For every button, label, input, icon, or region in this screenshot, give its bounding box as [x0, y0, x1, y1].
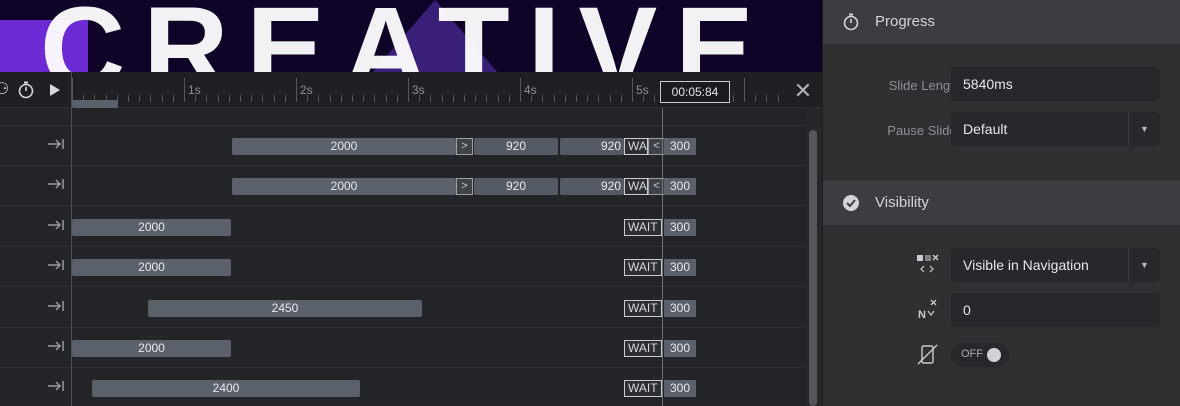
- progress-title: Progress: [875, 13, 936, 30]
- arrow-to-end-icon[interactable]: [46, 176, 66, 192]
- out-animation-segment[interactable]: 300: [664, 138, 696, 155]
- slide-length-label: Slide Length: [888, 78, 961, 93]
- split-segment[interactable]: 920: [560, 178, 624, 196]
- timeline-tracks: 2000 >920 920 WA <300 2000 >920 920 WA <300 2000 WA…: [0, 100, 806, 406]
- timeline-start-line: [71, 72, 72, 406]
- next-split-button[interactable]: >: [456, 178, 473, 196]
- wait-marker[interactable]: WAIT: [624, 380, 662, 398]
- scrollbar-thumb[interactable]: [809, 130, 817, 406]
- track-row[interactable]: 2000 WAIT 300: [0, 247, 806, 288]
- wait-marker[interactable]: WAIT: [624, 340, 662, 357]
- pause-slider-value: Default: [963, 121, 1008, 137]
- in-animation-segment[interactable]: 2000: [232, 178, 456, 196]
- arrow-to-end-icon[interactable]: [46, 298, 66, 314]
- split-segment[interactable]: 920: [474, 138, 558, 155]
- wait-marker[interactable]: WAIT: [624, 218, 662, 236]
- track-row[interactable]: 2000 WAIT 300: [0, 207, 806, 247]
- toggle-label: OFF: [961, 348, 983, 360]
- pause-slider-label: Pause Slider: [887, 123, 961, 138]
- in-animation-segment[interactable]: 2000: [232, 138, 456, 155]
- stopwatch-icon: [841, 12, 861, 32]
- slide-preview: CREATIVE: [0, 0, 822, 72]
- track-row[interactable]: 2000 WAIT 300: [0, 328, 806, 368]
- out-animation-segment[interactable]: 300: [664, 340, 696, 357]
- wait-marker[interactable]: WAIT: [624, 259, 662, 277]
- preview-headline: CREATIVE: [40, 0, 772, 72]
- in-animation-segment[interactable]: 2000: [72, 340, 231, 357]
- hide-toggle[interactable]: OFF: [951, 343, 1009, 367]
- arrow-to-end-icon[interactable]: [46, 378, 66, 394]
- hide-on-mobile-icon: [915, 342, 941, 368]
- in-animation-segment[interactable]: 2000: [72, 218, 231, 236]
- in-animation-segment[interactable]: 2450: [148, 299, 422, 317]
- track-row[interactable]: [0, 86, 806, 126]
- track-row[interactable]: 2400 WAIT 300: [0, 368, 806, 406]
- in-animation-segment[interactable]: 2400: [92, 380, 360, 398]
- out-animation-segment[interactable]: 300: [664, 178, 696, 196]
- slide-settings-panel: Progress Slide Length 5840ms Pause Slide…: [822, 0, 1180, 406]
- arrow-to-end-icon[interactable]: [46, 136, 66, 152]
- arrow-to-end-icon[interactable]: [46, 217, 66, 233]
- in-animation-segment[interactable]: 2000: [72, 259, 231, 277]
- playhead-line[interactable]: [662, 108, 663, 406]
- arrow-to-end-icon[interactable]: [46, 257, 66, 273]
- timeline-segment[interactable]: [72, 100, 118, 108]
- tracks-scrollbar[interactable]: [806, 108, 822, 406]
- split-segment[interactable]: 920: [560, 138, 624, 155]
- out-animation-segment[interactable]: 300: [664, 299, 696, 317]
- arrow-to-end-icon[interactable]: [46, 338, 66, 354]
- pause-slider-select[interactable]: Default ▼: [951, 112, 1160, 146]
- out-animation-segment[interactable]: 300: [664, 218, 696, 236]
- navigation-visibility-icon: [915, 252, 941, 278]
- chevron-down-icon[interactable]: ▼: [1128, 248, 1160, 282]
- out-animation-segment[interactable]: 300: [664, 259, 696, 277]
- svg-text:N: N: [918, 309, 926, 321]
- toggle-knob: [987, 348, 1001, 362]
- wait-marker[interactable]: WAIT: [624, 299, 662, 317]
- visibility-section-header[interactable]: Visibility: [823, 181, 1180, 225]
- track-row[interactable]: 2000 >920 920 WA <300: [0, 166, 806, 207]
- chevron-down-icon[interactable]: ▼: [1128, 112, 1160, 146]
- nav-offset-input[interactable]: 0: [951, 293, 1160, 327]
- wait-marker[interactable]: WA: [624, 178, 648, 196]
- wait-marker[interactable]: WA: [624, 138, 648, 155]
- progress-section-header[interactable]: Progress: [823, 0, 1180, 44]
- check-circle-icon: [841, 193, 861, 213]
- slide-length-input[interactable]: 5840ms: [951, 67, 1160, 101]
- track-row[interactable]: 2450 WAIT 300: [0, 288, 806, 328]
- timeline-editor: CREATIVE ⚇ 1s 2s 3s 4s 5s 00:05:84 ✕ 2000 >92…: [0, 0, 822, 406]
- track-row[interactable]: 2000 >920 920 WA <300: [0, 126, 806, 166]
- split-segment[interactable]: 920: [474, 178, 558, 196]
- navigation-visibility-value: Visible in Navigation: [963, 257, 1089, 273]
- out-animation-segment[interactable]: 300: [664, 380, 696, 398]
- visibility-title: Visibility: [875, 194, 929, 211]
- nav-offset-icon: N: [915, 297, 941, 323]
- navigation-visibility-select[interactable]: Visible in Navigation ▼: [951, 248, 1160, 282]
- next-split-button[interactable]: >: [456, 138, 473, 155]
